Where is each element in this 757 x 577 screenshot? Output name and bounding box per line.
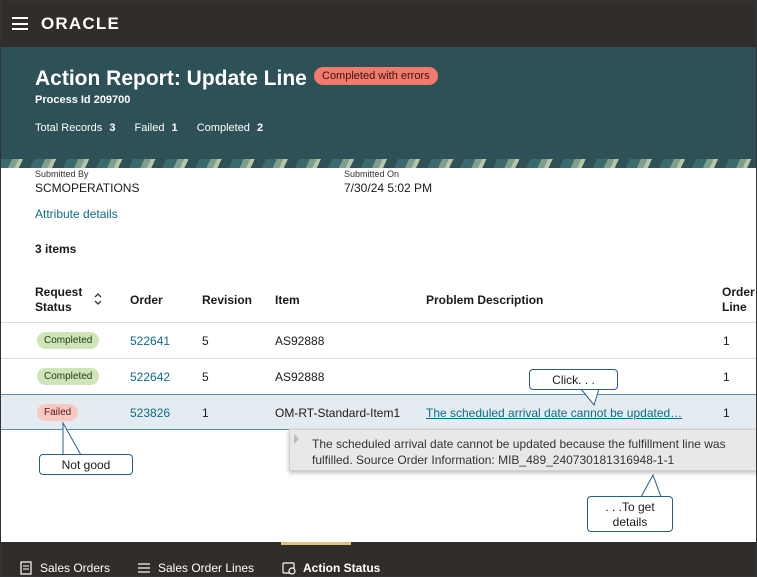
nav-item-sales-orders[interactable]: Sales Orders xyxy=(19,561,110,575)
order-link[interactable]: 523826 xyxy=(130,406,170,420)
callout-click: Click. . . xyxy=(529,369,618,390)
callout-to-get-line2: details xyxy=(612,515,648,529)
page-title: Action Report: Update Line xyxy=(35,67,307,90)
problem-tooltip: The scheduled arrival date cannot be upd… xyxy=(289,429,756,471)
submitted-by-label: Submitted By xyxy=(35,169,89,179)
nav-label: Sales Orders xyxy=(40,561,111,575)
order-link[interactable]: 522642 xyxy=(130,370,170,384)
revision-cell: 1 xyxy=(202,406,209,420)
record-stats: Total Records 3 Failed 1 Completed 2 xyxy=(35,122,279,134)
status-badge-completed: Completed xyxy=(37,368,100,385)
header-status-line2: Status xyxy=(35,300,72,314)
column-header-item[interactable]: Item xyxy=(275,293,300,308)
header-order-line-line1: Order xyxy=(722,285,755,299)
top-nav-bar: ORACLE xyxy=(1,1,756,47)
total-records-value: 3 xyxy=(109,122,116,134)
item-cell: AS92888 xyxy=(275,334,325,348)
order-line-cell: 1 xyxy=(723,370,730,384)
status-icon xyxy=(282,562,296,575)
revision-cell: 5 xyxy=(202,370,209,384)
table-header: Request Status Order Revision Item Probl… xyxy=(1,281,756,323)
order-link[interactable]: 522641 xyxy=(130,334,170,348)
order-line-cell: 1 xyxy=(723,334,730,348)
status-badge-completed: Completed xyxy=(37,332,100,349)
items-count: 3 items xyxy=(35,242,77,256)
list-icon xyxy=(138,563,150,573)
active-tab-indicator xyxy=(281,542,351,545)
app-frame: ORACLE Action Report: Update Line Comple… xyxy=(0,0,757,577)
menu-icon[interactable] xyxy=(12,17,28,30)
table-row[interactable]: Completed 522642 5 AS92888 1 xyxy=(1,359,756,395)
submitted-on-label: Submitted On xyxy=(344,169,400,179)
sort-icon[interactable] xyxy=(93,292,103,306)
status-badge: Completed with errors xyxy=(314,67,438,85)
nav-item-sales-order-lines[interactable]: Sales Order Lines xyxy=(137,561,254,575)
callout-to-get-line1: . . .To get xyxy=(605,500,655,514)
callout-not-good: Not good xyxy=(39,454,133,475)
nav-label: Sales Order Lines xyxy=(158,561,255,575)
header-order-line-line2: Line xyxy=(722,300,747,314)
table-row-selected[interactable]: Failed 523826 1 OM-RT-Standard-Item1 The… xyxy=(1,394,756,430)
submitted-by-value: SCMOPERATIONS xyxy=(35,181,140,195)
failed-label: Failed xyxy=(134,122,165,134)
column-header-problem-description[interactable]: Problem Description xyxy=(426,293,543,308)
order-line-cell: 1 xyxy=(723,406,730,420)
submitted-on-value: 7/30/24 5:02 PM xyxy=(344,181,433,195)
status-badge-failed: Failed xyxy=(37,404,79,421)
tooltip-line1: The scheduled arrival date cannot be upd… xyxy=(312,437,726,451)
nav-label: Action Status xyxy=(303,561,381,575)
process-id: Process Id 209700 xyxy=(35,94,131,106)
table-row[interactable]: Completed 522641 5 AS92888 1 xyxy=(1,323,756,359)
completed-label: Completed xyxy=(196,122,250,134)
completed-value: 2 xyxy=(257,122,264,134)
document-icon xyxy=(20,561,32,575)
page-header: Action Report: Update Line Completed wit… xyxy=(1,47,756,159)
nav-item-action-status[interactable]: Action Status xyxy=(282,561,380,575)
total-records-label: Total Records xyxy=(35,122,103,134)
problem-description-link[interactable]: The scheduled arrival date cannot be upd… xyxy=(426,406,682,420)
attribute-details-link[interactable]: Attribute details xyxy=(35,207,118,221)
column-header-order-line[interactable]: Order Line xyxy=(722,285,755,315)
tooltip-line2: fulfilled. Source Order Information: MIB… xyxy=(312,453,675,467)
header-status-line1: Request xyxy=(35,285,83,299)
column-header-order[interactable]: Order xyxy=(130,293,163,308)
decorative-banner xyxy=(1,159,756,168)
column-header-revision[interactable]: Revision xyxy=(202,293,252,308)
oracle-logo[interactable]: ORACLE xyxy=(41,14,120,34)
tooltip-pointer-icon xyxy=(294,434,299,444)
bottom-nav-bar: Sales Orders Sales Order Lines Action St… xyxy=(1,542,756,576)
revision-cell: 5 xyxy=(202,334,209,348)
item-cell: OM-RT-Standard-Item1 xyxy=(275,406,401,420)
item-cell: AS92888 xyxy=(275,370,325,384)
column-header-request-status[interactable]: Request Status xyxy=(35,285,82,315)
callout-to-get-details: . . .To get details xyxy=(587,496,673,532)
failed-value: 1 xyxy=(171,122,178,134)
